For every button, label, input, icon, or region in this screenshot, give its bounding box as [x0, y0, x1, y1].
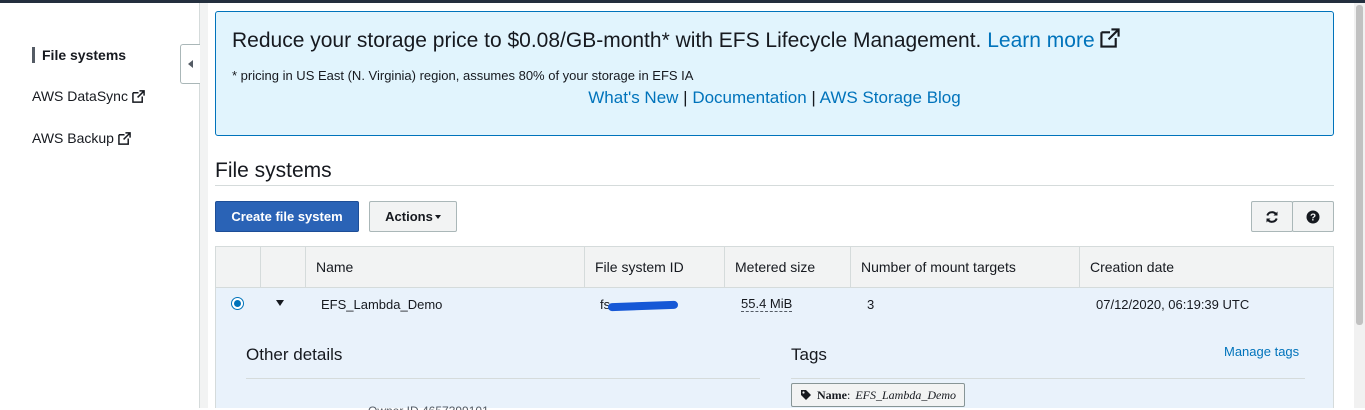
table-row[interactable]: EFS_Lambda_Demo fs- 55.4 MiB 3 07/12/202… — [215, 288, 1334, 320]
table-header: Name File system ID Metered size Number … — [215, 246, 1334, 288]
storage-blog-link[interactable]: AWS Storage Blog — [820, 88, 961, 107]
layout-gutter — [200, 3, 208, 408]
tag-icon — [801, 390, 811, 400]
owner-id-partial-text: Owner ID 4657399101 — [368, 404, 548, 410]
manage-tags-link[interactable]: Manage tags — [1224, 344, 1299, 359]
sidebar-item-file-systems[interactable]: File systems — [32, 47, 126, 63]
sidebar-item-aws-datasync[interactable]: AWS DataSync — [32, 88, 145, 104]
actions-dropdown-button[interactable]: Actions — [369, 201, 457, 232]
caret-down-icon — [434, 214, 441, 219]
whats-new-link[interactable]: What's New — [588, 88, 678, 107]
button-label: Actions — [385, 209, 433, 224]
row-select-radio[interactable] — [231, 297, 244, 310]
refresh-button[interactable] — [1251, 201, 1293, 232]
link-separator: | — [811, 88, 816, 107]
column-header-mount-targets[interactable]: Number of mount targets — [850, 247, 1079, 287]
row-details-panel: Other details Tags Manage tags Name: EFS… — [215, 320, 1334, 410]
redaction-scribble — [608, 300, 679, 312]
chevron-left-icon — [188, 60, 193, 68]
cell-creation-date: 07/12/2020, 06:19:39 UTC — [1096, 296, 1250, 312]
column-header-metered-size[interactable]: Metered size — [724, 247, 850, 287]
external-link-icon — [118, 131, 131, 145]
refresh-icon — [1266, 210, 1278, 223]
banner-pricing-note: * pricing in US East (N. Virginia) regio… — [232, 68, 694, 83]
external-link-icon — [1100, 28, 1121, 48]
scrollbar-thumb[interactable] — [1356, 5, 1363, 325]
sidebar-item-label: AWS DataSync — [32, 88, 128, 104]
cell-mount-targets: 3 — [867, 296, 875, 312]
button-label: Create file system — [231, 209, 343, 224]
column-header-creation-date[interactable]: Creation date — [1079, 247, 1333, 287]
banner-links: What's New | Documentation | AWS Storage… — [216, 88, 1333, 108]
create-file-system-button[interactable]: Create file system — [215, 201, 359, 232]
title-divider — [215, 185, 1334, 186]
tag-key: Name — [817, 387, 847, 402]
svg-text:?: ? — [1310, 212, 1316, 223]
expand-column-header — [260, 247, 305, 287]
help-button[interactable]: ? — [1292, 201, 1334, 232]
external-link-icon — [132, 89, 145, 103]
sidebar-item-label: AWS Backup — [32, 130, 114, 146]
other-details-divider — [246, 378, 760, 379]
banner-title: Reduce your storage price to $0.08/GB-mo… — [232, 28, 1121, 53]
tags-divider — [791, 378, 1305, 379]
cell-metered-size[interactable]: 55.4 MiB — [741, 288, 793, 320]
learn-more-link[interactable]: Learn more — [987, 28, 1121, 52]
tags-title: Tags — [791, 345, 827, 364]
documentation-link[interactable]: Documentation — [692, 88, 806, 107]
link-separator: | — [683, 88, 688, 107]
tag-colon: : — [847, 387, 851, 402]
expand-row-icon[interactable] — [276, 300, 284, 306]
cell-name: EFS_Lambda_Demo — [321, 296, 443, 312]
lifecycle-banner: Reduce your storage price to $0.08/GB-mo… — [215, 11, 1334, 136]
sidebar-item-aws-backup[interactable]: AWS Backup — [32, 130, 131, 146]
sidebar-item-label: File systems — [42, 47, 127, 63]
page-title: File systems — [215, 159, 332, 182]
question-circle-icon: ? — [1306, 210, 1320, 223]
other-details-title: Other details — [246, 345, 343, 364]
tag-value: EFS_Lambda_Demo — [855, 387, 957, 402]
tag-chip: Name: EFS_Lambda_Demo — [791, 383, 966, 407]
banner-title-text: Reduce your storage price to $0.08/GB-mo… — [232, 29, 982, 52]
sidebar: File systems AWS DataSync AWS Backup — [0, 3, 200, 408]
sidebar-collapse-button[interactable] — [180, 44, 200, 84]
radio-selected-dot — [234, 300, 241, 307]
column-header-file-system-id[interactable]: File system ID — [584, 247, 724, 287]
column-header-name[interactable]: Name — [305, 247, 584, 287]
cell-file-system-id: fs- — [600, 288, 679, 320]
